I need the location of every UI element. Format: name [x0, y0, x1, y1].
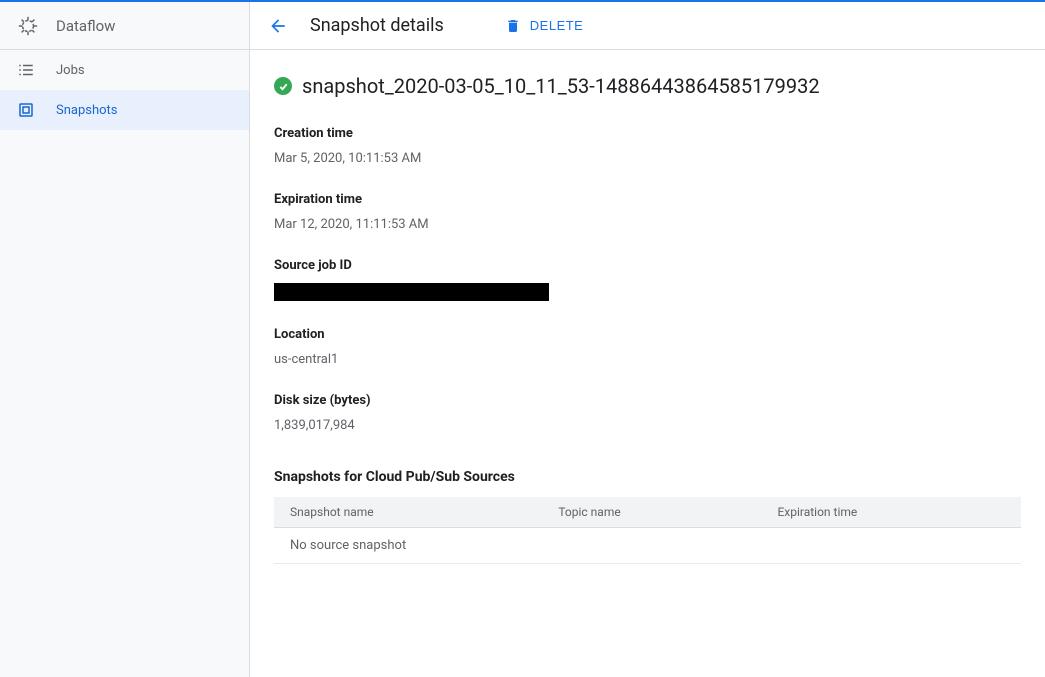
field-disk-size: Disk size (bytes) 1,839,017,984 — [274, 393, 1021, 433]
sidebar-header: Dataflow — [0, 2, 249, 50]
sidebar: Dataflow Jobs — [0, 2, 250, 677]
table-header: Snapshot name Topic name Expiration time — [274, 497, 1021, 528]
snapshot-name: snapshot_2020-03-05_10_11_53-14886443864… — [302, 74, 820, 98]
sidebar-item-label: Snapshots — [56, 103, 118, 118]
content-area: snapshot_2020-03-05_10_11_53-14886443864… — [250, 50, 1045, 677]
column-header: Snapshot name — [274, 497, 542, 528]
field-label: Location — [274, 327, 1021, 342]
field-value: us-central1 — [274, 352, 1021, 367]
main-content: Snapshot details Delete snapshot_2020-03… — [250, 2, 1045, 677]
empty-message: No source snapshot — [274, 528, 1021, 564]
trash-icon — [504, 17, 522, 35]
sidebar-item-jobs[interactable]: Jobs — [0, 50, 249, 90]
pubsub-table: Snapshot name Topic name Expiration time… — [274, 497, 1021, 564]
page-title: Snapshot details — [310, 15, 444, 36]
topbar: Snapshot details Delete — [250, 2, 1045, 50]
field-location: Location us-central1 — [274, 327, 1021, 367]
dataflow-icon — [16, 14, 40, 38]
snapshot-title-row: snapshot_2020-03-05_10_11_53-14886443864… — [274, 74, 1021, 98]
field-value: Mar 12, 2020, 11:11:53 AM — [274, 217, 1021, 232]
product-name: Dataflow — [56, 17, 115, 35]
back-button[interactable] — [266, 14, 290, 38]
arrow-left-icon — [268, 16, 288, 36]
success-icon — [274, 77, 292, 95]
list-icon — [16, 60, 36, 80]
field-value: Mar 5, 2020, 10:11:53 AM — [274, 151, 1021, 166]
field-creation-time: Creation time Mar 5, 2020, 10:11:53 AM — [274, 126, 1021, 166]
table-row-empty: No source snapshot — [274, 528, 1021, 564]
redacted-value — [274, 283, 549, 301]
column-header: Expiration time — [761, 497, 1021, 528]
field-expiration-time: Expiration time Mar 12, 2020, 11:11:53 A… — [274, 192, 1021, 232]
sidebar-item-snapshots[interactable]: Snapshots — [0, 90, 249, 130]
app-container: Dataflow Jobs — [0, 2, 1045, 677]
sidebar-item-label: Jobs — [56, 63, 85, 78]
field-label: Creation time — [274, 126, 1021, 141]
column-header: Topic name — [542, 497, 761, 528]
snapshot-icon — [16, 100, 36, 120]
field-value: 1,839,017,984 — [274, 418, 1021, 433]
pubsub-section-title: Snapshots for Cloud Pub/Sub Sources — [274, 469, 1021, 485]
field-label: Expiration time — [274, 192, 1021, 207]
field-source-job-id: Source job ID — [274, 258, 1021, 301]
delete-button-label: Delete — [530, 18, 584, 33]
field-label: Source job ID — [274, 258, 1021, 273]
delete-button[interactable]: Delete — [504, 17, 584, 35]
field-label: Disk size (bytes) — [274, 393, 1021, 408]
